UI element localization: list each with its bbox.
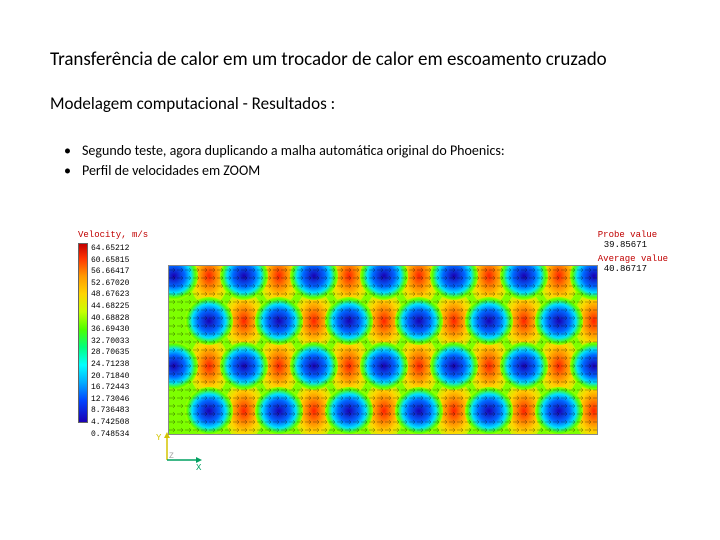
bullet-item: Segundo teste, agora duplicando a malha … bbox=[64, 142, 670, 160]
velocity-contour-plot bbox=[168, 265, 598, 435]
legend-value: 24.71238 bbox=[91, 359, 129, 371]
legend-value: 48.67623 bbox=[91, 289, 129, 301]
legend-value: 40.68828 bbox=[91, 313, 129, 325]
bullet-item: Perfil de velocidades em ZOOM bbox=[64, 162, 670, 180]
legend-value: 4.742508 bbox=[91, 417, 129, 429]
legend-colorbar bbox=[78, 243, 88, 423]
legend-value: 12.73046 bbox=[91, 394, 129, 406]
legend-value: 60.65815 bbox=[91, 255, 129, 267]
axis-y-label: Y bbox=[156, 433, 162, 443]
probe-value: 39.85671 bbox=[598, 240, 668, 250]
axis-triad: Y X Z bbox=[152, 430, 207, 470]
legend-value: 52.67020 bbox=[91, 278, 129, 290]
axis-x-label: X bbox=[196, 463, 202, 470]
legend-title: Velocity, m/s bbox=[78, 230, 158, 240]
legend-value: 36.69430 bbox=[91, 324, 129, 336]
legend-value: 8.736483 bbox=[91, 405, 129, 417]
velocity-figure: Velocity, m/s 64.65212 60.65815 56.66417… bbox=[78, 230, 668, 490]
average-value: 40.86717 bbox=[598, 264, 668, 274]
legend-values: 64.65212 60.65815 56.66417 52.67020 48.6… bbox=[88, 243, 129, 440]
probe-label: Probe value bbox=[598, 230, 668, 240]
axis-z-label: Z bbox=[169, 452, 174, 461]
legend-value: 44.68225 bbox=[91, 301, 129, 313]
legend-value: 64.65212 bbox=[91, 243, 129, 255]
legend-value: 32.70033 bbox=[91, 336, 129, 348]
page-title: Transferência de calor em um trocador de… bbox=[50, 48, 670, 71]
bullet-list: Segundo teste, agora duplicando a malha … bbox=[50, 142, 670, 179]
legend-value: 20.71840 bbox=[91, 371, 129, 383]
subtitle: Modelagem computacional - Resultados : bbox=[50, 93, 670, 114]
legend-value: 0.748534 bbox=[91, 429, 129, 441]
legend-value: 16.72443 bbox=[91, 382, 129, 394]
legend-value: 56.66417 bbox=[91, 266, 129, 278]
legend-value: 28.70635 bbox=[91, 347, 129, 359]
average-label: Average value bbox=[598, 254, 668, 264]
color-legend: Velocity, m/s 64.65212 60.65815 56.66417… bbox=[78, 230, 158, 440]
probe-readout: Probe value 39.85671 Average value 40.86… bbox=[598, 230, 668, 278]
